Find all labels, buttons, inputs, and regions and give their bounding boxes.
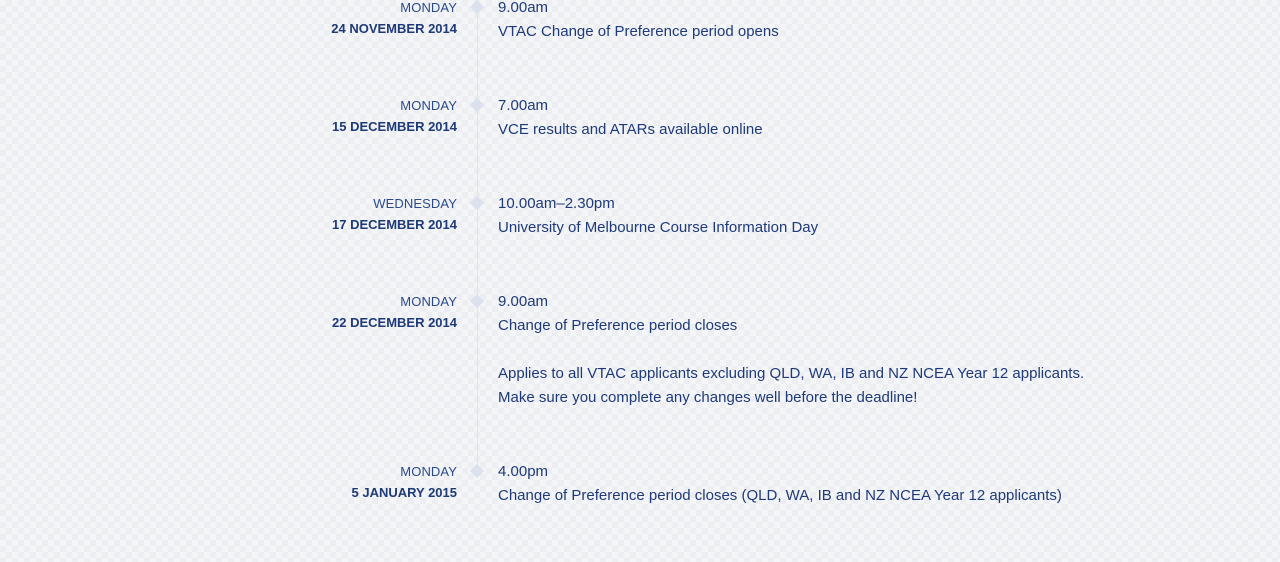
event-details: 7.00am VCE results and ATARs available o… [498, 97, 1258, 142]
event-description: Change of Preference period closes (QLD,… [498, 487, 1062, 504]
event-day: WEDNESDAY [373, 196, 457, 211]
timeline-line [477, 0, 478, 470]
timeline-marker-icon [469, 463, 485, 479]
event-details: 9.00am VTAC Change of Preference period … [498, 0, 1258, 44]
event-date: MONDAY 22 DECEMBER 2014 [332, 294, 457, 331]
event-date: WEDNESDAY 17 DECEMBER 2014 [332, 196, 457, 233]
event-date-text: 15 DECEMBER 2014 [332, 119, 457, 134]
event-day: MONDAY [400, 294, 457, 309]
event-date-text: 24 NOVEMBER 2014 [331, 21, 457, 36]
event-date: MONDAY 5 JANUARY 2015 [352, 464, 458, 501]
event-note: Applies to all VTAC applicants excluding… [498, 365, 1085, 382]
event-date-text: 22 DECEMBER 2014 [332, 315, 457, 330]
event-day: MONDAY [400, 98, 457, 113]
event-time: 10.00am–2.30pm [498, 195, 615, 212]
event-description: University of Melbourne Course Informati… [498, 219, 819, 236]
timeline-marker-icon [469, 0, 485, 15]
event-date: MONDAY 15 DECEMBER 2014 [332, 98, 457, 135]
event-details: 4.00pm Change of Preference period close… [498, 463, 1258, 508]
event-date-text: 17 DECEMBER 2014 [332, 217, 457, 232]
event-time: 9.00am [498, 293, 549, 310]
event-date-text: 5 JANUARY 2015 [351, 485, 458, 500]
event-details: 9.00am Change of Preference period close… [498, 293, 1258, 410]
event-time: 9.00am [498, 0, 549, 16]
event-date: MONDAY 24 NOVEMBER 2014 [331, 0, 457, 37]
timeline-marker-icon [469, 293, 485, 309]
key-dates-timeline: MONDAY 24 NOVEMBER 2014 9.00am VTAC Chan… [0, 0, 1280, 562]
timeline-marker-icon [469, 97, 485, 113]
timeline-marker-icon [469, 195, 485, 211]
event-details: 10.00am–2.30pm University of Melbourne C… [498, 195, 1258, 240]
event-description: Change of Preference period closes [498, 317, 738, 334]
event-time: 7.00am [498, 97, 549, 114]
event-description: VCE results and ATARs available online [498, 121, 763, 138]
event-day: MONDAY [400, 464, 457, 479]
event-description: VTAC Change of Preference period opens [498, 23, 779, 40]
event-day: MONDAY [400, 0, 457, 15]
event-note: Make sure you complete any changes well … [498, 389, 918, 406]
event-time: 4.00pm [498, 463, 549, 480]
